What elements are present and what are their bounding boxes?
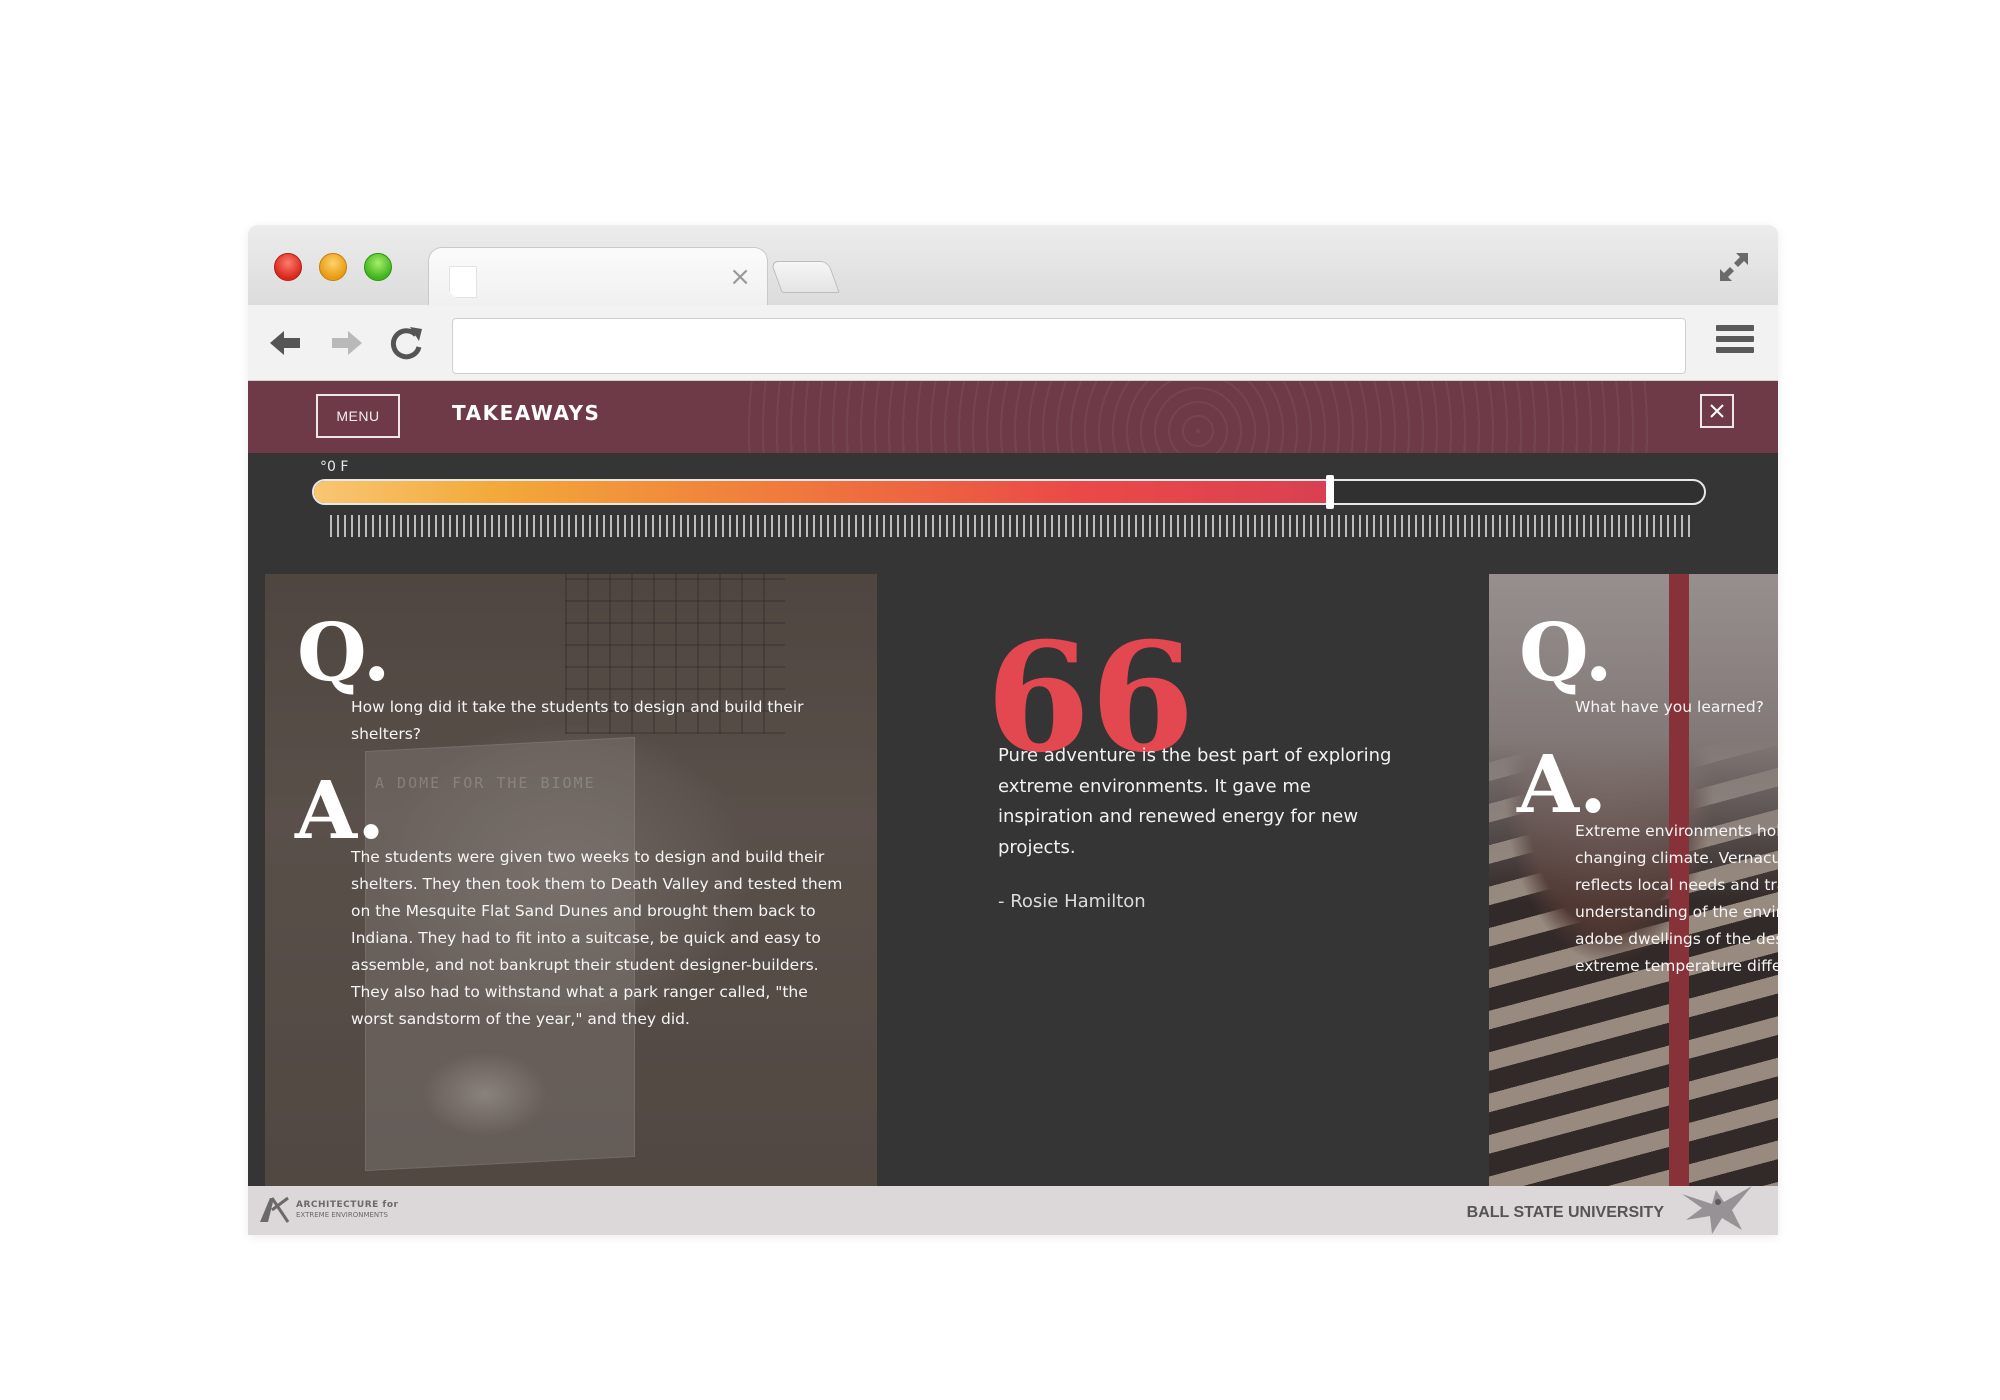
answer-letter: A. [1517,737,1607,831]
header-pattern [748,381,1648,453]
answer-line: extreme temperature differ [1575,957,1778,975]
answer-text: Extreme environments hold changing clima… [1575,818,1778,980]
page-favicon-icon [449,266,477,298]
answer-letter: A. [295,763,385,857]
expand-icon[interactable] [1714,247,1754,287]
answer-line: Extreme environments hold [1575,822,1778,840]
page-title: TAKEAWAYS [452,401,601,425]
logo-line1: ARCHITECTURE for [296,1200,399,1210]
hamburger-menu-icon[interactable] [1716,325,1754,361]
tab-close-icon[interactable]: × [729,262,751,292]
back-arrow-icon[interactable] [266,323,306,363]
browser-tab[interactable]: × [428,247,768,307]
question-letter: Q. [297,605,391,699]
ax-logo-icon [260,1196,290,1223]
temperature-label: °0 F [320,459,349,475]
temperature-slider-fill [314,481,1329,503]
site-footer: ARCHITECTURE for EXTREME ENVIRONMENTS BA… [248,1186,1778,1235]
qa-card-right[interactable]: Q. What have you learned? A. Extreme env… [1489,574,1778,1186]
new-tab-button[interactable] [770,261,840,293]
browser-tab-bar: × [248,225,1778,307]
close-button[interactable] [1700,394,1734,428]
forward-arrow-icon[interactable] [326,323,366,363]
question-letter: Q. [1519,605,1613,699]
answer-line: adobe dwellings of the des [1575,930,1778,948]
university-name[interactable]: BALL STATE UNIVERSITY [1467,1204,1664,1222]
reload-icon[interactable] [386,323,426,363]
question-text: What have you learned? [1575,698,1764,716]
ax-logo[interactable]: ARCHITECTURE for EXTREME ENVIRONMENTS [258,1196,398,1224]
temperature-ticks [330,515,1692,537]
address-bar[interactable] [452,318,1686,374]
answer-line: changing climate. Vernacu [1575,849,1778,867]
temperature-slider-thumb[interactable] [1325,475,1334,509]
site-header: MENU TAKEAWAYS [248,381,1778,453]
window-minimize-button[interactable] [319,253,347,281]
qa-card-left[interactable]: A DOME FOR THE BIOME Q. How long did it … [265,574,877,1186]
site-content: MENU TAKEAWAYS °0 F A DOME FOR THE BIOME… [248,381,1778,1235]
logo-line2: EXTREME ENVIRONMENTS [296,1211,388,1219]
answer-line: reflects local needs and tra [1575,876,1778,894]
window-close-button[interactable] [274,253,302,281]
temperature-slider-track[interactable] [312,479,1706,505]
cardinal-logo-icon[interactable] [1672,1180,1756,1235]
menu-button[interactable]: MENU [316,394,400,438]
quote-author: - Rosie Hamilton [998,891,1146,912]
answer-text: The students were given two weeks to des… [351,848,843,1028]
close-icon [1710,404,1724,418]
browser-window: × MENU TAKEAWAYS °0 F A DOME FOR THE BIO… [248,225,1778,1235]
quote-text: Pure adventure is the best part of explo… [998,745,1392,858]
question-text: How long did it take the students to des… [351,698,804,743]
answer-line: understanding of the envir [1575,903,1778,921]
browser-toolbar [248,305,1778,381]
window-zoom-button[interactable] [364,253,392,281]
